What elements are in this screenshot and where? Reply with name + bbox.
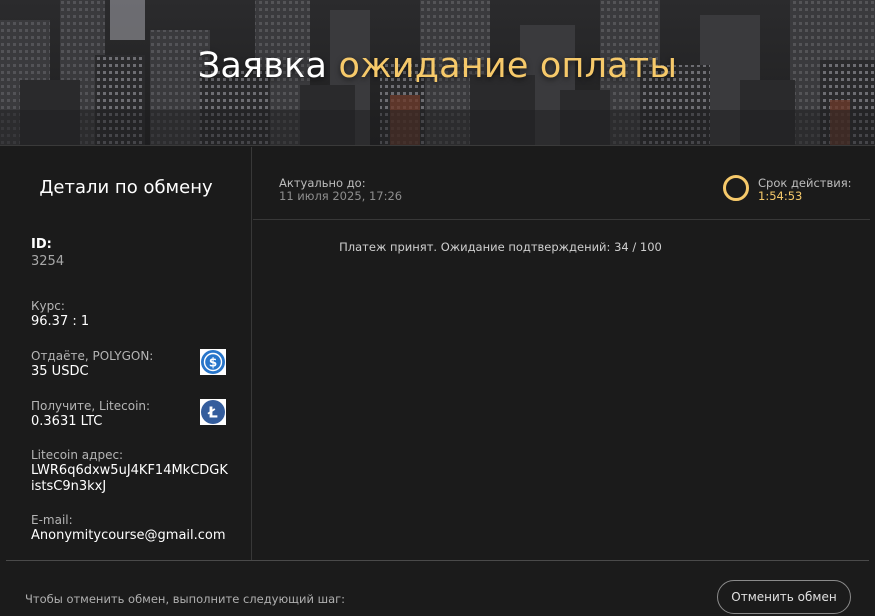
rate-label: Курс: [31, 299, 65, 313]
svg-text:$: $ [209, 356, 217, 370]
order-id-field: ID: 3254 [31, 237, 236, 270]
usdc-icon: $ [200, 349, 226, 375]
page-title: Заявка ожидание оплаты [0, 46, 875, 86]
valid-until-label: Актуально до: [279, 176, 366, 190]
sidebar-title: Детали по обмену [39, 177, 213, 198]
exchange-panel: Детали по обмену ID: 3254 Курс: 96.37 : … [0, 147, 875, 616]
exchange-details-sidebar: Детали по обмену ID: 3254 Курс: 96.37 : … [0, 147, 252, 560]
address-value-line2: istsC9n3kxJ [31, 479, 107, 494]
litecoin-address-field: Litecoin адрес: LWR6q6dxw5uJ4KF14MkCDGK … [31, 448, 236, 495]
svg-text:Ł: Ł [207, 404, 218, 422]
order-id-label: ID: [31, 237, 52, 252]
cancel-instruction: Чтобы отменить обмен, выполните следующи… [25, 592, 346, 606]
timer-value: 1:54:53 [758, 189, 803, 203]
page-title-main: Заявка [197, 46, 328, 86]
address-value-line1: LWR6q6dxw5uJ4KF14MkCDGK [31, 463, 228, 478]
payment-status-message: Платеж принят. Ожидание подтверждений: 3… [339, 240, 662, 254]
timer-icon [723, 175, 749, 201]
cancel-exchange-button[interactable]: Отменить обмен [717, 580, 851, 614]
timer-label: Срок действия: [758, 176, 852, 190]
rate-field: Курс: 96.37 : 1 [31, 299, 236, 330]
email-label: E-mail: [31, 513, 73, 527]
divider [6, 560, 869, 561]
page-title-status: ожидание оплаты [338, 46, 678, 86]
rate-value: 96.37 : 1 [31, 314, 90, 329]
order-id-value: 3254 [31, 254, 65, 269]
header-banner: Заявка ожидание оплаты [0, 0, 875, 146]
exchange-status-area: Актуально до: 11 июля 2025, 17:26 Срок д… [253, 147, 875, 560]
email-field: E-mail: Anonymitycourse@gmail.com [31, 513, 236, 544]
status-header: Актуально до: 11 июля 2025, 17:26 Срок д… [253, 147, 870, 220]
email-value: Anonymitycourse@gmail.com [31, 528, 226, 543]
valid-until-date: 11 июля 2025, 17:26 [279, 189, 403, 203]
litecoin-icon: Ł [200, 399, 226, 425]
address-label: Litecoin адрес: [31, 448, 124, 462]
